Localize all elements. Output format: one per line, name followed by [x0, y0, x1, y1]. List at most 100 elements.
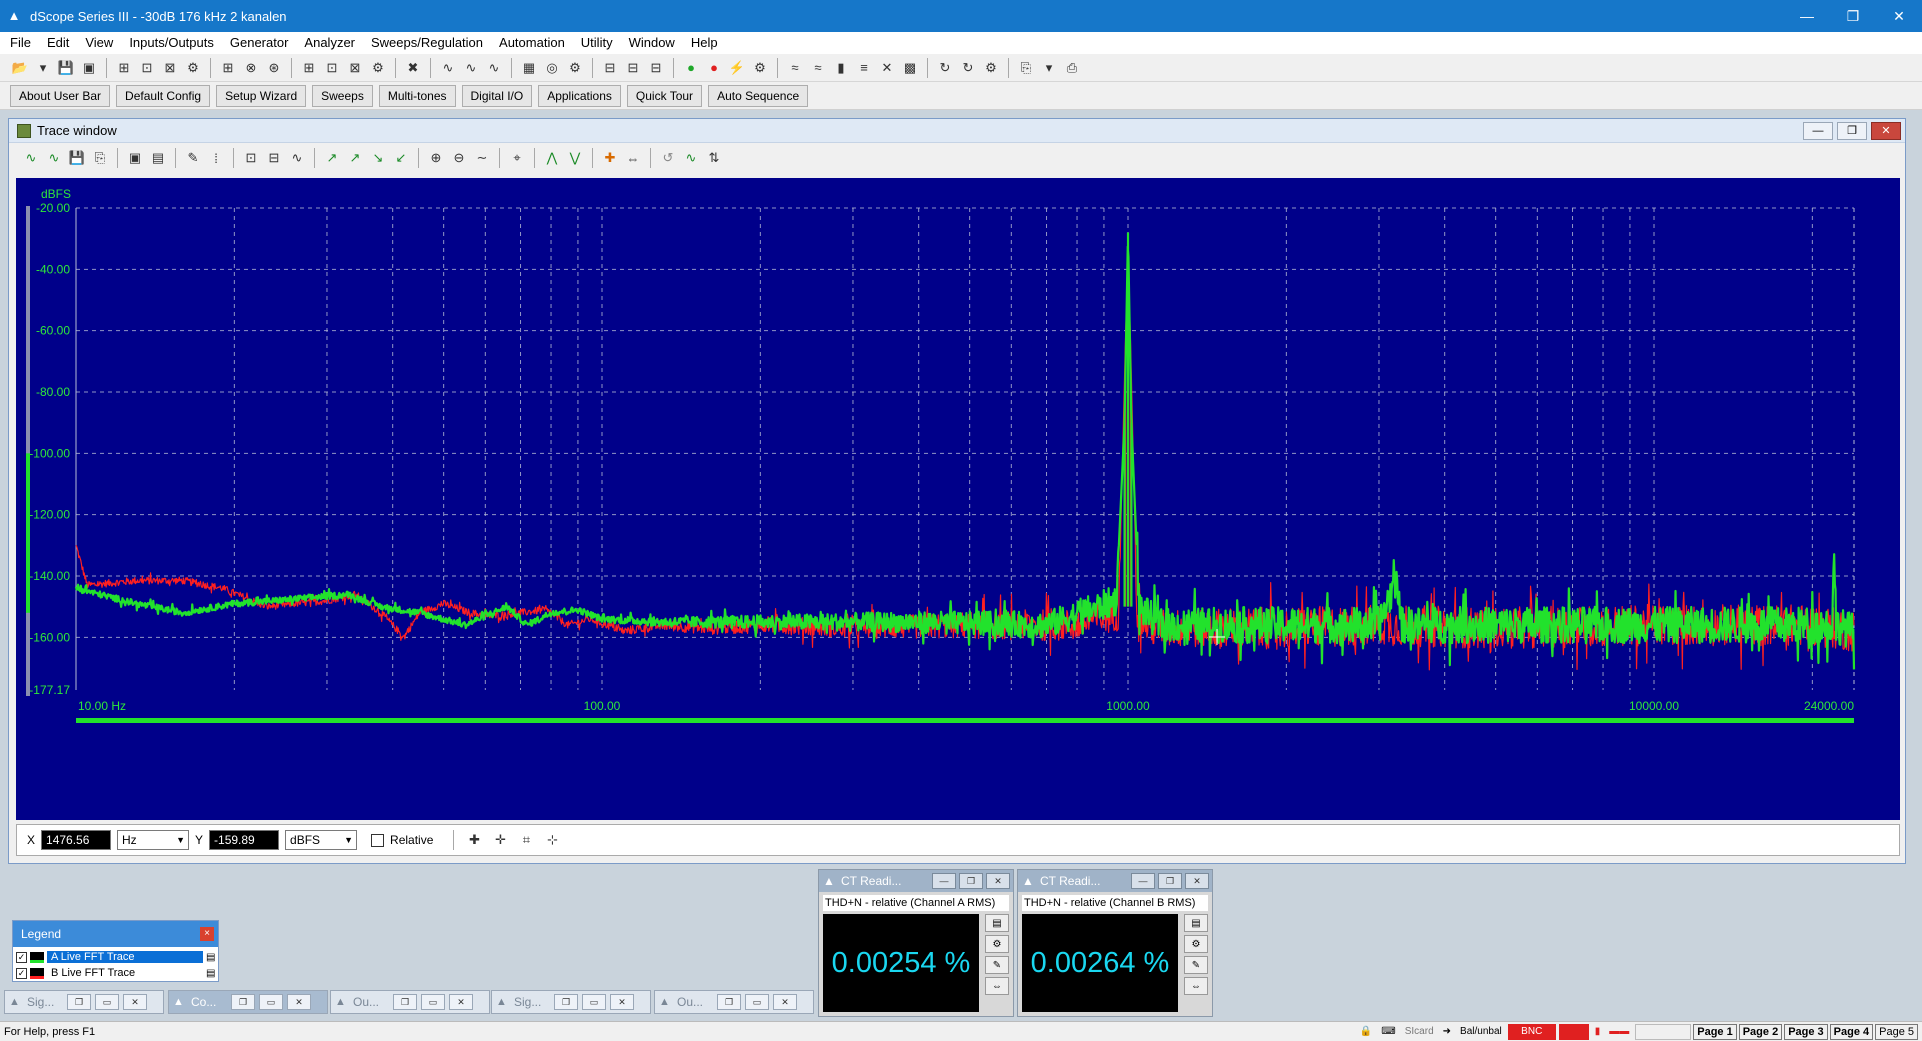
relative-checkbox[interactable]	[371, 833, 385, 847]
ct-minimize-button[interactable]: —	[932, 873, 956, 889]
ct-minimize-button[interactable]: —	[1131, 873, 1155, 889]
trace-minimize-button[interactable]: —	[1803, 121, 1833, 140]
legend-checkbox[interactable]: ✓	[16, 967, 27, 979]
minimized-window[interactable]: ▲ Ou... ❐ ▭ ✕	[654, 990, 814, 1014]
ct-maximize-button[interactable]: ❐	[959, 873, 983, 889]
zoom-fit-icon[interactable]: ⊡	[241, 148, 261, 168]
edit-graph-icon[interactable]: ✎	[183, 148, 203, 168]
maximize-button[interactable]: ▭	[259, 994, 283, 1010]
wave-icon[interactable]: ∿	[438, 58, 458, 78]
cursor-peak-icon[interactable]: ⌗	[516, 830, 536, 850]
menu-automation[interactable]: Automation	[491, 32, 573, 54]
y-value-field[interactable]: -159.89	[209, 830, 280, 850]
cursor2-icon[interactable]: ↗	[345, 148, 365, 168]
trace-remove-icon[interactable]: ∿	[44, 148, 64, 168]
script-icon[interactable]: ↻	[935, 58, 955, 78]
multi-tones-button[interactable]: Multi-tones	[378, 84, 456, 107]
applications-button[interactable]: Applications	[538, 84, 621, 107]
sweep-icon[interactable]: ⚡	[727, 58, 747, 78]
analyzer-settings-icon[interactable]: ⚙	[565, 58, 585, 78]
maximize-button[interactable]: ▭	[95, 994, 119, 1010]
zoom-out-icon[interactable]: ⊖	[449, 148, 469, 168]
input-toggle-icon[interactable]: ⊡	[322, 58, 342, 78]
trace-close-button[interactable]: ✕	[1871, 121, 1901, 140]
trace-copy-icon[interactable]: ⎘	[90, 148, 110, 168]
open-icon[interactable]: 📂	[10, 58, 30, 78]
cursor3-icon[interactable]: ↘	[368, 148, 388, 168]
bars-icon[interactable]: ▮	[831, 58, 851, 78]
close-button[interactable]: ✕	[123, 994, 147, 1010]
ct-link-icon[interactable]: ⇔	[1184, 977, 1208, 995]
filter-icon[interactable]: ⊟	[600, 58, 620, 78]
menu-generator[interactable]: Generator	[222, 32, 297, 54]
sweep-active-icon[interactable]: ⚙	[750, 58, 770, 78]
close-button[interactable]: ✕	[773, 994, 797, 1010]
dropdown-arrow-icon[interactable]: ▾	[33, 58, 53, 78]
setup-wizard-button[interactable]: Setup Wizard	[216, 84, 307, 107]
levels-icon[interactable]: ≡	[854, 58, 874, 78]
crosshair-icon[interactable]: ✚	[600, 148, 620, 168]
refresh-icon[interactable]: ↺	[658, 148, 678, 168]
input-config-icon[interactable]: ⊞	[299, 58, 319, 78]
generator-toggle-icon[interactable]: ⊗	[241, 58, 261, 78]
script3-icon[interactable]: ⚙	[981, 58, 1001, 78]
ct-settings-icon[interactable]: ⚙	[1184, 935, 1208, 953]
analyzer-icon[interactable]: ◎	[542, 58, 562, 78]
menu-view[interactable]: View	[77, 32, 121, 54]
smooth-icon[interactable]: ∼	[472, 148, 492, 168]
restore-button[interactable]: ❐	[717, 994, 741, 1010]
input-link-icon[interactable]: ⊠	[345, 58, 365, 78]
x-unit-select[interactable]: Hz ▼	[117, 830, 190, 850]
auto-sequence-button[interactable]: Auto Sequence	[708, 84, 809, 107]
menu-analyzer[interactable]: Analyzer	[296, 32, 363, 54]
ct-settings-icon[interactable]: ⚙	[985, 935, 1009, 953]
print-icon[interactable]: ⎙	[1062, 58, 1082, 78]
legend-item-b[interactable]: ✓ B Live FFT Trace ▤	[13, 965, 218, 981]
run-green-icon[interactable]: ●	[681, 58, 701, 78]
script2-icon[interactable]: ↻	[958, 58, 978, 78]
fft-graph[interactable]: -20.00 -40.00 -60.00 -80.00 -100.00 -120.00 -1…	[16, 178, 1900, 820]
input-settings-icon[interactable]: ⚙	[368, 58, 388, 78]
record-red-icon[interactable]: ●	[704, 58, 724, 78]
output-link-icon[interactable]: ⊠	[160, 58, 180, 78]
ct-edit-icon[interactable]: ✎	[985, 956, 1009, 974]
menu-utility[interactable]: Utility	[573, 32, 621, 54]
export-icon[interactable]: ⎘	[1016, 58, 1036, 78]
graph-table-icon[interactable]: ▤	[148, 148, 168, 168]
minimized-window[interactable]: ▲ Sig... ❐ ▭ ✕	[4, 990, 164, 1014]
page-1-tab[interactable]: Page 1	[1693, 1023, 1737, 1040]
legend-checkbox[interactable]: ✓	[16, 951, 27, 963]
scope-icon[interactable]: ▩	[900, 58, 920, 78]
zoom-x-icon[interactable]: ⊟	[264, 148, 284, 168]
restore-button[interactable]: ❐	[67, 994, 91, 1010]
cursor-icon[interactable]: ↗	[322, 148, 342, 168]
page-5-tab[interactable]: Page 5	[1875, 1023, 1918, 1040]
menu-window[interactable]: Window	[621, 32, 683, 54]
digital-io-button[interactable]: Digital I/O	[461, 84, 533, 107]
close-button[interactable]: ✕	[1876, 0, 1922, 32]
menu-sweeps-regulation[interactable]: Sweeps/Regulation	[363, 32, 491, 54]
menu-inputs-outputs[interactable]: Inputs/Outputs	[121, 32, 222, 54]
ct-close-button[interactable]: ✕	[1185, 873, 1209, 889]
generator-icon[interactable]: ⊞	[218, 58, 238, 78]
peak2-icon[interactable]: ⋁	[565, 148, 585, 168]
cursor-move-icon[interactable]: ✛	[490, 830, 510, 850]
restore-button[interactable]: ❐	[1830, 0, 1876, 32]
maximize-button[interactable]: ▭	[421, 994, 445, 1010]
cursor-snap-icon[interactable]: ⊹	[542, 830, 562, 850]
ct-close-button[interactable]: ✕	[986, 873, 1010, 889]
zoom-in-icon[interactable]: ⊕	[426, 148, 446, 168]
minimized-window[interactable]: ▲ Co... ❐ ▭ ✕	[168, 990, 328, 1014]
minimized-window[interactable]: ▲ Ou... ❐ ▭ ✕	[330, 990, 490, 1014]
trace2-icon[interactable]: ≈	[808, 58, 828, 78]
marker-icon[interactable]: ⌖	[507, 148, 527, 168]
default-config-button[interactable]: Default Config	[116, 84, 211, 107]
cursor4-icon[interactable]: ↙	[391, 148, 411, 168]
graph-view-icon[interactable]: ▣	[125, 148, 145, 168]
output-settings-icon[interactable]: ⚙	[183, 58, 203, 78]
sweeps-button[interactable]: Sweeps	[312, 84, 373, 107]
close-button[interactable]: ✕	[287, 994, 311, 1010]
menu-help[interactable]: Help	[683, 32, 726, 54]
trace-save-icon[interactable]: 💾	[67, 148, 87, 168]
ct-db-icon[interactable]: ▤	[1184, 914, 1208, 932]
